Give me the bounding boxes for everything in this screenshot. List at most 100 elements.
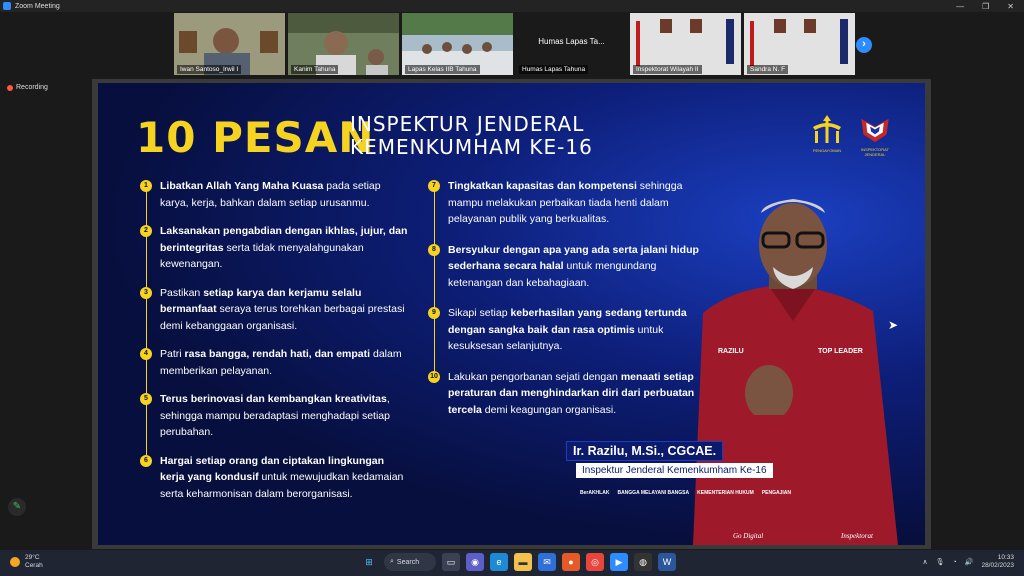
message-bold: Terus berinovasi dan kembangkan kreativi… [160,393,387,405]
mail-icon[interactable]: ✉ [538,553,556,571]
slide-title-main: 10 PESAN [136,113,375,162]
shirt-label-left: RAZILU [718,348,744,355]
word-icon[interactable]: W [658,553,676,571]
screen-share-view: 10 PESAN INSPEKTUR JENDERAL KEMENKUMHAM … [92,79,931,549]
window-title: Zoom Meeting [15,2,60,10]
recording-label: Recording [16,84,48,91]
footer-logo-3: KEMENTERIAN HUKUM [697,490,754,496]
sun-icon [10,557,20,567]
record-icon [7,84,13,91]
message-number: 8 [428,243,440,256]
participant-name: Inspektorat Wilayah II [633,65,702,74]
participant-center-name: Humas Lapas Ta... [538,37,605,46]
weather-temp: 29°C [25,554,40,561]
annotate-pencil-icon[interactable]: ✎ [8,498,26,516]
message-number: 1 [140,180,152,192]
start-icon[interactable]: ⊞ [360,553,378,571]
message-number: 10 [428,370,440,383]
message-item: 5 Terus berinovasi dan kembangkan kreati… [136,391,411,441]
message-item: 3 Pastikan setiap karya dan kerjamu sela… [136,285,411,335]
zoom-taskbar-icon[interactable]: ▶ [610,553,628,571]
footer-logo-2: BANGGA MELAYANI BANGSA [617,490,690,496]
logo1-caption: PENGAYOMAN [812,148,842,153]
search-label: Search [396,558,420,566]
message-item: 9 Sikapi setiap keberhasilan yang sedang… [424,305,704,355]
participant-tile[interactable]: Humas Lapas Ta... Humas Lapas Tahuna [516,13,627,75]
pengayoman-logo: PENGAYOMAN [807,113,847,157]
message-number: 9 [428,307,440,319]
close-button[interactable]: ✕ [1007,2,1014,11]
participant-tile[interactable]: Inspektorat Wilayah II [630,13,741,75]
logo2-caption: INSPEKTORAT JENDERAL [861,147,889,157]
message-number: 5 [140,393,152,405]
message-item: 8 Bersyukur dengan apa yang ada serta ja… [424,242,704,292]
firefox-icon[interactable]: ● [562,553,580,571]
participant-tile[interactable]: Lapas Kelas IIB Tahuna [402,13,513,75]
inspektorat-logo: INSPEKTORAT JENDERAL [855,113,895,157]
pengayoman-emblem-icon [813,115,841,143]
tray-chevron-icon[interactable]: ∧ [922,558,927,566]
participant-name: Kanim Tahuna [291,65,339,74]
system-tray: ∧ 🎙 ◔ 🔊 10:33 28/02/2023 [922,554,1014,570]
message-item: 10 Lakukan pengorbanan sejati dengan men… [424,369,704,419]
weather-widget[interactable]: 29°C Cerah [10,554,43,570]
slide-title-sub: INSPEKTUR JENDERAL KEMENKUMHAM KE-16 [350,113,593,159]
message-number: 3 [140,286,152,299]
message-bold: rasa bangga, rendah hati, dan empati [184,348,371,360]
presentation-slide: 10 PESAN INSPEKTUR JENDERAL KEMENKUMHAM … [98,83,925,545]
speaker-name: Ir. Razilu, M.Si., CGCAE. [566,441,724,461]
file-explorer-icon[interactable]: ▬ [514,553,532,571]
clock-date: 28/02/2023 [981,562,1014,569]
obs-icon[interactable]: ◍ [634,553,652,571]
message-item: 7 Tingkatkan kapasitas dan kompetensi se… [424,178,704,228]
chrome-icon[interactable]: ◎ [586,553,604,571]
participant-name: Humas Lapas Tahuna [519,65,589,74]
participant-name: Lapas Kelas IIB Tahuna [405,65,480,74]
participant-tile[interactable]: Iwan Santoso_Irwil I [174,13,285,75]
participant-name: Sandra N. F [747,65,789,74]
minimize-button[interactable]: — [956,2,964,11]
shirt-bottom-left: Go Digital [733,532,763,540]
message-item: 6 Hargai setiap orang dan ciptakan lingk… [136,453,411,503]
network-icon[interactable]: ◔ [953,559,957,566]
message-pre: Sikapi setiap [448,307,511,319]
zoom-app-icon [3,2,11,10]
microphone-icon[interactable]: 🎙 [936,558,945,566]
next-page-button[interactable]: › [856,37,872,53]
teams-chat-icon[interactable]: ◉ [466,553,484,571]
message-bold: Tingkatkan kapasitas dan kompetensi [448,180,637,192]
task-view-icon[interactable]: ▭ [442,553,460,571]
participant-tile[interactable]: Kanim Tahuna [288,13,399,75]
speaker-role: Inspektur Jenderal Kemenkumham Ke-16 [576,463,773,478]
slide-title-line2: KEMENKUMHAM KE-16 [350,135,593,159]
participant-gallery: Iwan Santoso_Irwil I Kanim Tahuna Lapas … [174,13,855,75]
taskbar-apps: ⊞ ⌕ Search ▭ ◉ e ▬ ✉ ● ◎ ▶ ◍ W [360,553,676,571]
message-number: 6 [140,454,152,467]
messages-column-left: 1 Libatkan Allah Yang Maha Kuasa pada se… [136,178,411,502]
participant-name: Iwan Santoso_Irwil I [177,65,242,74]
footer-logo-1: BerAKHLAK [580,490,610,496]
search-icon: ⌕ [390,558,394,565]
footer-logos: BerAKHLAK BANGGA MELAYANI BANGSA KEMENTE… [580,490,791,496]
edge-icon[interactable]: e [490,553,508,571]
windows-taskbar: 29°C Cerah ⊞ ⌕ Search ▭ ◉ e ▬ ✉ ● ◎ ▶ ◍ … [0,550,1024,576]
clock-time: 10:33 [997,554,1014,561]
message-item: 1 Libatkan Allah Yang Maha Kuasa pada se… [136,178,411,211]
window-titlebar: Zoom Meeting — ❐ ✕ [0,0,1024,12]
clock[interactable]: 10:33 28/02/2023 [981,554,1014,570]
slide-title-line1: INSPEKTUR JENDERAL [350,112,585,136]
weather-status: Cerah [25,562,43,569]
message-bold: Libatkan Allah Yang Maha Kuasa [160,180,324,192]
inspektorat-emblem-icon [861,118,889,143]
message-text: demi keagungan organisasi. [481,403,617,416]
recording-indicator[interactable]: Recording [7,84,48,91]
shirt-label-right: TOP LEADER [818,348,863,355]
message-pre: Pastikan [160,286,204,299]
volume-icon[interactable]: 🔊 [965,558,974,566]
maximize-button[interactable]: ❐ [982,2,989,11]
participant-tile[interactable]: Sandra N. F [744,13,855,75]
messages-column-right: 7 Tingkatkan kapasitas dan kompetensi se… [424,178,704,418]
taskbar-search[interactable]: ⌕ Search [384,553,436,571]
meeting-area: Iwan Santoso_Irwil I Kanim Tahuna Lapas … [0,12,1024,550]
message-number: 7 [428,180,440,192]
